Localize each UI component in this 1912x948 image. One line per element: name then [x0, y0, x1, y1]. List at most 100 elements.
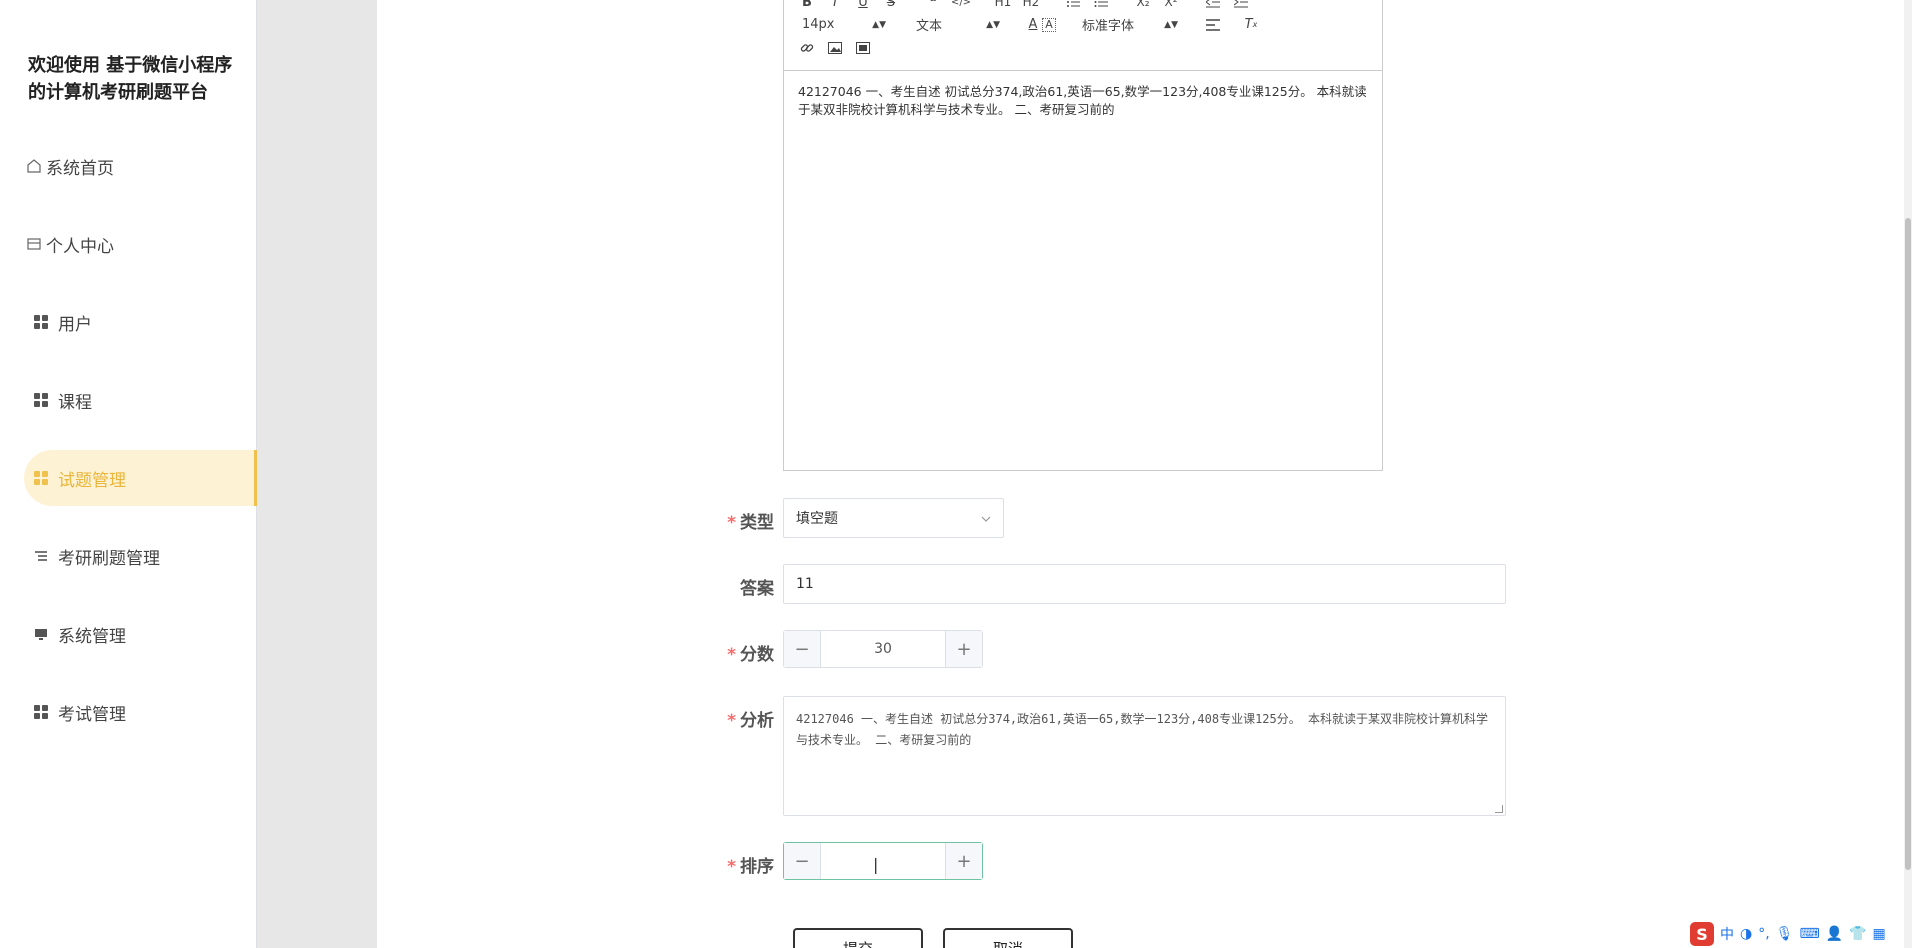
- decrement-button[interactable]: −: [784, 631, 821, 667]
- sidebar-item-label: 系统首页: [46, 158, 114, 179]
- video-icon[interactable]: [854, 39, 872, 57]
- sidebar-item-questions[interactable]: 试题管理: [24, 450, 257, 506]
- order-label-text: 排序: [740, 857, 774, 877]
- sidebar-item-exams[interactable]: 考试管理: [24, 684, 257, 740]
- rich-text-editor: B I U S ❝ </> H1 H2 X₂ X² 14px ▲▼ 文本 ▲▼ …: [783, 0, 1383, 471]
- ime-toolbar: S 中 ◑ °, 🎙 ⌨ 👤 👕 ▦: [1690, 920, 1904, 948]
- text-style-select[interactable]: 文本 ▲▼: [916, 15, 1000, 34]
- link-icon[interactable]: [798, 39, 816, 57]
- order-label: * 排序: [700, 852, 774, 877]
- sidebar-item-label: 考研刷题管理: [58, 548, 160, 569]
- score-label-text: 分数: [740, 645, 774, 665]
- increment-button[interactable]: +: [945, 843, 982, 879]
- strike-button[interactable]: S: [882, 0, 900, 11]
- punctuation-icon[interactable]: °,: [1758, 926, 1769, 942]
- scrollbar-thumb[interactable]: [1905, 218, 1911, 870]
- editor-content[interactable]: 42127046 一、考生自述 初试总分374,政治61,英语一65,数学一12…: [798, 83, 1368, 119]
- moon-icon[interactable]: ◑: [1740, 926, 1752, 942]
- background-color-icon[interactable]: A: [1042, 17, 1056, 32]
- type-label: * 类型: [700, 508, 774, 533]
- sidebar-item-label: 系统管理: [58, 626, 126, 647]
- underline-button[interactable]: U: [854, 0, 872, 11]
- score-value[interactable]: 30: [821, 641, 945, 657]
- chevron-down-icon: [981, 510, 991, 526]
- required-marker: *: [727, 711, 736, 731]
- blockquote-button[interactable]: ❝: [924, 0, 942, 11]
- sidebar: 欢迎使用 基于微信小程序的计算机考研刷题平台 系统首页 个人中心 用户 课程 试…: [0, 0, 257, 948]
- type-label-text: 类型: [740, 513, 774, 533]
- clear-format-icon[interactable]: Tx: [1242, 16, 1260, 34]
- user-icon[interactable]: 👤: [1826, 926, 1843, 942]
- superscript-button[interactable]: X²: [1162, 0, 1180, 11]
- cancel-button[interactable]: 取消: [943, 928, 1073, 948]
- submit-button[interactable]: 提交: [793, 928, 923, 948]
- grid-icon: [34, 705, 48, 719]
- image-icon[interactable]: [826, 39, 844, 57]
- resize-handle[interactable]: [1495, 805, 1503, 813]
- required-marker: *: [727, 857, 736, 877]
- menu-icon[interactable]: ▦: [1873, 926, 1886, 942]
- italic-button[interactable]: I: [826, 0, 844, 11]
- analysis-text: 42127046 一、考生自述 初试总分374,政治61,英语一65,数学一12…: [796, 712, 1488, 747]
- text-style-value: 文本: [916, 19, 943, 34]
- grid-icon: [34, 393, 48, 407]
- grid-icon: [34, 315, 48, 329]
- updown-icon: ▲▼: [1164, 19, 1178, 30]
- sidebar-item-profile[interactable]: 个人中心: [24, 216, 257, 272]
- subscript-button[interactable]: X₂: [1134, 0, 1152, 11]
- code-block-button[interactable]: </>: [951, 0, 971, 11]
- outdent-icon[interactable]: [1204, 0, 1222, 11]
- text-cursor-icon: |: [873, 855, 879, 874]
- sidebar-item-home[interactable]: 系统首页: [24, 138, 257, 194]
- required-marker: *: [727, 513, 736, 533]
- ordered-list-icon[interactable]: [1064, 0, 1082, 11]
- sidebar-item-practice[interactable]: 考研刷题管理: [24, 528, 257, 584]
- home-icon: [24, 158, 44, 174]
- list-icon: [34, 549, 48, 563]
- font-family-select[interactable]: 标准字体 ▲▼: [1082, 15, 1178, 34]
- monitor-icon: [34, 627, 48, 641]
- ime-logo[interactable]: S: [1690, 922, 1714, 946]
- h1-button[interactable]: H1: [994, 0, 1012, 11]
- keyboard-icon[interactable]: ⌨: [1799, 926, 1819, 942]
- decrement-button[interactable]: −: [784, 843, 821, 879]
- sidebar-item-label: 课程: [58, 392, 92, 413]
- answer-input[interactable]: 11: [783, 564, 1506, 604]
- align-icon[interactable]: [1204, 16, 1222, 34]
- font-color-icon[interactable]: A: [1024, 16, 1042, 34]
- sidebar-item-label: 个人中心: [46, 236, 114, 257]
- font-size-value: 14px: [802, 17, 835, 32]
- grid-icon: [34, 471, 48, 485]
- score-label: * 分数: [700, 640, 774, 665]
- brand-title: 欢迎使用 基于微信小程序的计算机考研刷题平台: [28, 55, 233, 103]
- sidebar-item-label: 考试管理: [58, 704, 126, 725]
- content-gutter: [257, 0, 377, 948]
- analysis-label-text: 分析: [740, 711, 774, 731]
- sidebar-item-courses[interactable]: 课程: [24, 372, 257, 428]
- type-select-value: 填空题: [796, 511, 838, 527]
- type-select[interactable]: 填空题: [783, 498, 1004, 538]
- editor-toolbar: B I U S ❝ </> H1 H2 X₂ X² 14px ▲▼ 文本 ▲▼ …: [784, 0, 1382, 71]
- analysis-label: * 分析: [700, 706, 774, 731]
- score-stepper: − 30 +: [783, 630, 983, 668]
- microphone-icon[interactable]: 🎙: [1776, 926, 1794, 942]
- answer-label: 答案: [740, 579, 774, 599]
- skin-icon[interactable]: 👕: [1849, 926, 1866, 942]
- analysis-textarea[interactable]: 42127046 一、考生自述 初试总分374,政治61,英语一65,数学一12…: [783, 696, 1506, 816]
- sidebar-item-users[interactable]: 用户: [24, 294, 257, 350]
- ime-mode[interactable]: 中: [1720, 924, 1734, 944]
- sidebar-item-label: 试题管理: [58, 470, 126, 491]
- sidebar-item-label: 用户: [58, 314, 92, 335]
- increment-button[interactable]: +: [945, 631, 982, 667]
- updown-icon: ▲▼: [986, 19, 1000, 30]
- sidebar-item-system[interactable]: 系统管理: [24, 606, 257, 662]
- required-marker: *: [727, 645, 736, 665]
- bold-button[interactable]: B: [798, 0, 816, 11]
- h2-button[interactable]: H2: [1022, 0, 1040, 11]
- order-stepper: − | +: [783, 842, 983, 880]
- bullet-list-icon[interactable]: [1092, 0, 1110, 11]
- font-size-select[interactable]: 14px ▲▼: [802, 17, 886, 32]
- indent-icon[interactable]: [1232, 0, 1250, 11]
- id-card-icon: [24, 236, 44, 252]
- updown-icon: ▲▼: [872, 19, 886, 30]
